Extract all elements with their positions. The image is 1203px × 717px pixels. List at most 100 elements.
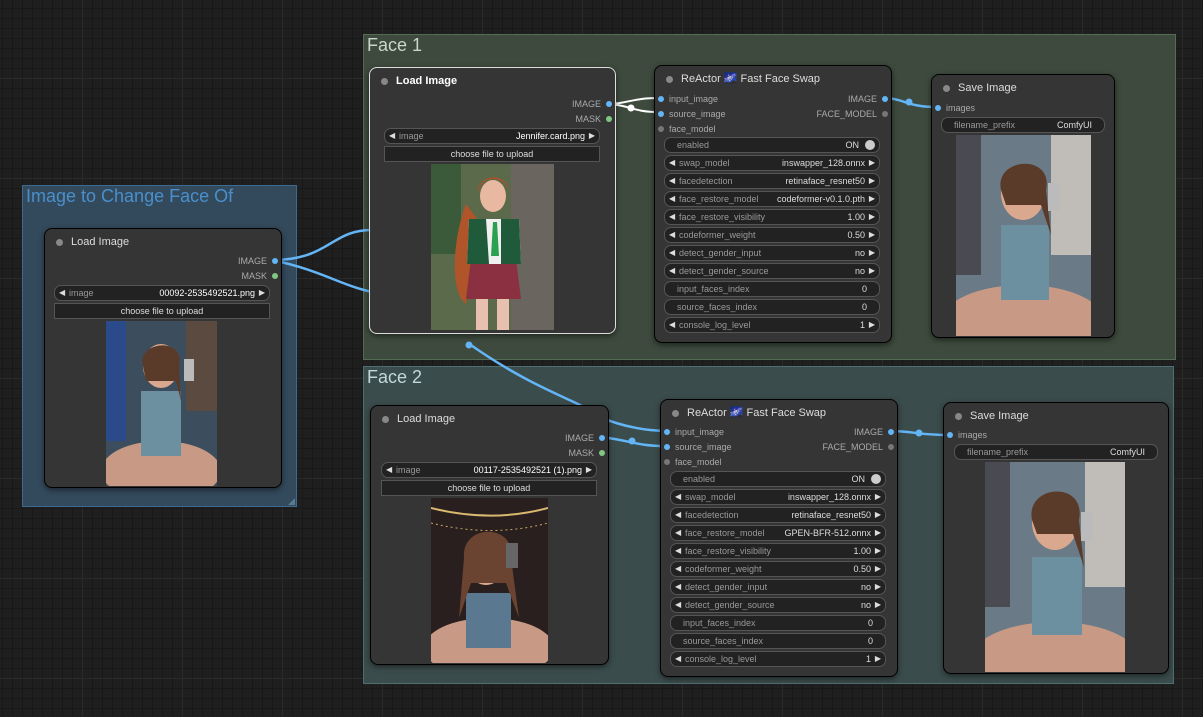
right-arrow-icon[interactable]: ▶: [259, 286, 265, 300]
right-arrow-icon[interactable]: ▶: [869, 228, 875, 242]
left-arrow-icon[interactable]: ◀: [669, 228, 675, 242]
widget-detect-gender-input[interactable]: ◀ detect_gender_input no ▶: [670, 579, 886, 595]
left-arrow-icon[interactable]: ◀: [669, 210, 675, 224]
right-arrow-icon[interactable]: ▶: [869, 246, 875, 260]
right-arrow-icon[interactable]: ▶: [869, 156, 875, 170]
widget-enabled[interactable]: enabled ON: [670, 471, 886, 487]
widget-detect-gender-input[interactable]: ◀ detect_gender_input no ▶: [664, 245, 880, 261]
right-arrow-icon[interactable]: ▶: [589, 129, 595, 143]
right-arrow-icon[interactable]: ▶: [869, 192, 875, 206]
input-input-image[interactable]: input_image: [661, 425, 724, 439]
output-socket-icon[interactable]: [882, 111, 888, 117]
resize-handle-icon[interactable]: [288, 498, 295, 505]
left-arrow-icon[interactable]: ◀: [669, 318, 675, 332]
circle-knob-icon[interactable]: [865, 140, 875, 150]
left-arrow-icon[interactable]: ◀: [675, 508, 681, 522]
input-socket-icon[interactable]: [664, 444, 670, 450]
right-arrow-icon[interactable]: ▶: [869, 210, 875, 224]
widget-swap-model[interactable]: ◀ swap_model inswapper_128.onnx ▶: [670, 489, 886, 505]
widget-detect-gender-source[interactable]: ◀ detect_gender_source no ▶: [670, 597, 886, 613]
input-face-model[interactable]: face_model: [655, 122, 716, 136]
widget-console-log-level[interactable]: ◀ console_log_level 1 ▶: [664, 317, 880, 333]
upload-button[interactable]: choose file to upload: [381, 480, 597, 496]
collapse-dot-icon[interactable]: [943, 85, 950, 92]
widget-codeformer-weight[interactable]: ◀ codeformer_weight 0.50 ▶: [664, 227, 880, 243]
right-arrow-icon[interactable]: ▶: [875, 598, 881, 612]
left-arrow-icon[interactable]: ◀: [675, 490, 681, 504]
output-mask[interactable]: MASK: [568, 446, 608, 460]
input-images[interactable]: images: [932, 101, 975, 115]
left-arrow-icon[interactable]: ◀: [669, 264, 675, 278]
right-arrow-icon[interactable]: ▶: [869, 318, 875, 332]
left-arrow-icon[interactable]: ◀: [675, 580, 681, 594]
output-socket-icon[interactable]: [272, 258, 278, 264]
left-arrow-icon[interactable]: ◀: [386, 463, 392, 477]
input-socket-icon[interactable]: [658, 126, 664, 132]
widget-face-restore-visibility[interactable]: ◀ face_restore_visibility 1.00 ▶: [664, 209, 880, 225]
right-arrow-icon[interactable]: ▶: [875, 544, 881, 558]
right-arrow-icon[interactable]: ▶: [875, 526, 881, 540]
upload-button[interactable]: choose file to upload: [54, 303, 270, 319]
widget-source-faces-index[interactable]: source_faces_index 0: [664, 299, 880, 315]
image-select[interactable]: ◀ image 00117-2535492521 (1).png ▶: [381, 462, 597, 478]
collapse-dot-icon[interactable]: [955, 413, 962, 420]
output-socket-icon[interactable]: [599, 435, 605, 441]
right-arrow-icon[interactable]: ▶: [875, 652, 881, 666]
widget-face-restore-visibility[interactable]: ◀ face_restore_visibility 1.00 ▶: [670, 543, 886, 559]
left-arrow-icon[interactable]: ◀: [59, 286, 65, 300]
output-socket-icon[interactable]: [888, 429, 894, 435]
left-arrow-icon[interactable]: ◀: [669, 192, 675, 206]
left-arrow-icon[interactable]: ◀: [669, 246, 675, 260]
image-select[interactable]: ◀ image Jennifer.card.png ▶: [384, 128, 600, 144]
input-input-image[interactable]: input_image: [655, 92, 718, 106]
output-socket-icon[interactable]: [606, 116, 612, 122]
collapse-dot-icon[interactable]: [381, 78, 388, 85]
node-save-image-face1[interactable]: Save Image images filename_prefix ComfyU…: [931, 74, 1115, 338]
input-socket-icon[interactable]: [947, 432, 953, 438]
right-arrow-icon[interactable]: ▶: [875, 508, 881, 522]
output-face-model[interactable]: FACE_MODEL: [822, 440, 897, 454]
node-reactor-face2[interactable]: ReActor 🌌 Fast Face Swap input_image sou…: [660, 399, 898, 677]
widget-input-faces-index[interactable]: input_faces_index 0: [670, 615, 886, 631]
input-socket-icon[interactable]: [664, 459, 670, 465]
node-title[interactable]: Load Image: [371, 406, 608, 432]
node-load-image-face2[interactable]: Load Image IMAGE MASK ◀ image 00117-2535…: [370, 405, 609, 665]
right-arrow-icon[interactable]: ▶: [875, 490, 881, 504]
node-save-image-face2[interactable]: Save Image images filename_prefix ComfyU…: [943, 402, 1169, 674]
output-image[interactable]: IMAGE: [565, 431, 608, 445]
right-arrow-icon[interactable]: ▶: [869, 264, 875, 278]
left-arrow-icon[interactable]: ◀: [669, 156, 675, 170]
node-title[interactable]: ReActor 🌌 Fast Face Swap: [655, 66, 891, 92]
node-title[interactable]: Load Image: [370, 68, 615, 94]
widget-codeformer-weight[interactable]: ◀ codeformer_weight 0.50 ▶: [670, 561, 886, 577]
widget-swap-model[interactable]: ◀ swap_model inswapper_128.onnx ▶: [664, 155, 880, 171]
widget-enabled[interactable]: enabled ON: [664, 137, 880, 153]
output-face-model[interactable]: FACE_MODEL: [816, 107, 891, 121]
output-socket-icon[interactable]: [888, 444, 894, 450]
left-arrow-icon[interactable]: ◀: [675, 544, 681, 558]
widget-source-faces-index[interactable]: source_faces_index 0: [670, 633, 886, 649]
node-load-image-face1[interactable]: Load Image IMAGE MASK ◀ image Jennifer.c…: [369, 67, 616, 334]
node-title[interactable]: Save Image: [932, 75, 1114, 101]
widget-facedetection[interactable]: ◀ facedetection retinaface_resnet50 ▶: [664, 173, 880, 189]
widget-facedetection[interactable]: ◀ facedetection retinaface_resnet50 ▶: [670, 507, 886, 523]
input-socket-icon[interactable]: [658, 96, 664, 102]
node-title[interactable]: Load Image: [45, 229, 281, 255]
output-image[interactable]: IMAGE: [854, 425, 897, 439]
collapse-dot-icon[interactable]: [382, 416, 389, 423]
right-arrow-icon[interactable]: ▶: [869, 174, 875, 188]
left-arrow-icon[interactable]: ◀: [675, 526, 681, 540]
output-image[interactable]: IMAGE: [848, 92, 891, 106]
collapse-dot-icon[interactable]: [56, 239, 63, 246]
left-arrow-icon[interactable]: ◀: [669, 174, 675, 188]
collapse-dot-icon[interactable]: [666, 76, 673, 83]
input-face-model[interactable]: face_model: [661, 455, 722, 469]
widget-face-restore-model[interactable]: ◀ face_restore_model GPEN-BFR-512.onnx ▶: [670, 525, 886, 541]
filename-prefix-input[interactable]: filename_prefix ComfyUI: [954, 444, 1158, 460]
output-socket-icon[interactable]: [882, 96, 888, 102]
output-mask[interactable]: MASK: [241, 269, 281, 283]
output-mask[interactable]: MASK: [575, 112, 615, 126]
input-source-image[interactable]: source_image: [655, 107, 726, 121]
output-image[interactable]: IMAGE: [572, 97, 615, 111]
filename-prefix-input[interactable]: filename_prefix ComfyUI: [941, 117, 1105, 133]
